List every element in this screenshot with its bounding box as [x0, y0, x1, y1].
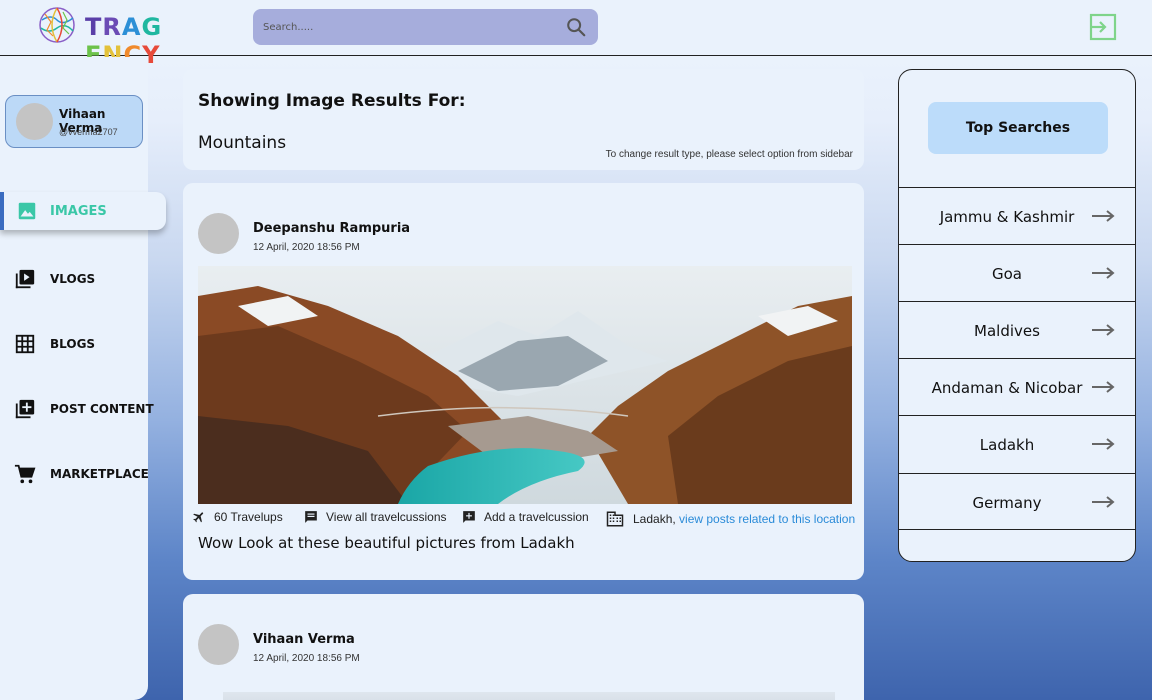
travelups-action[interactable]: 60 Travelups [191, 510, 283, 524]
arrow-right-icon [1092, 267, 1115, 279]
left-sidebar: Vihaan Verma @vverma2707 IMAGES VLOGS BL… [0, 57, 166, 700]
post-card: Deepanshu Rampuria 12 April, 2020 18:56 … [183, 183, 864, 580]
sidebar-item-post-content[interactable]: POST CONTENT [0, 390, 166, 428]
avatar[interactable] [198, 213, 239, 254]
top-search-item[interactable]: Jammu & Kashmir [899, 187, 1135, 245]
arrow-right-icon [1092, 381, 1115, 393]
top-search-label: Goa [992, 265, 1022, 283]
add-travelcussion-link: Add a travelcussion [484, 510, 589, 524]
top-search-item[interactable]: Germany [899, 473, 1135, 530]
top-search-label: Jammu & Kashmir [939, 208, 1075, 226]
top-search-label: Ladakh [979, 436, 1035, 454]
sidebar-item-vlogs[interactable]: VLOGS [0, 260, 166, 298]
profile-card[interactable]: Vihaan Verma @vverma2707 [5, 95, 143, 148]
avatar[interactable] [198, 624, 239, 665]
tragency-logo[interactable]: TRAGENCY [37, 6, 177, 69]
results-query: Mountains [198, 133, 287, 153]
sidebar-item-marketplace[interactable]: MARKETPLACE [0, 455, 166, 493]
post-image-mountains[interactable] [198, 266, 852, 504]
sidebar-item-label: BLOGS [50, 337, 96, 351]
logo-letter: G [141, 13, 163, 41]
results-title: Showing Image Results For: [198, 91, 466, 111]
top-search-item[interactable]: Ladakh [899, 415, 1135, 473]
post-author[interactable]: Deepanshu Rampuria [253, 221, 410, 236]
results-hint: To change result type, please select opt… [605, 149, 853, 160]
top-search-label: Andaman & Nicobar [931, 379, 1083, 397]
arrow-right-icon [1092, 324, 1115, 336]
arrow-right-icon [1092, 210, 1115, 222]
logo-letter: T [85, 13, 103, 41]
add-comment-icon [463, 511, 475, 523]
view-travelcussions-link: View all travelcussions [326, 510, 447, 524]
add-box-icon [15, 399, 35, 419]
sidebar-item-label: VLOGS [50, 272, 96, 286]
results-header-card: Showing Image Results For: Mountains To … [183, 69, 864, 170]
travelups-count: 60 Travelups [214, 510, 283, 524]
sidebar-item-label: MARKETPLACE [50, 467, 149, 481]
top-search-item[interactable]: Goa [899, 244, 1135, 302]
top-search-item[interactable]: Maldives [899, 301, 1135, 359]
arrow-right-icon [1092, 496, 1115, 508]
video-library-icon [15, 269, 35, 289]
profile-handle: @vverma2707 [59, 127, 118, 137]
location-posts-link[interactable]: view posts related to this location [679, 512, 855, 526]
top-search-label: Maldives [974, 322, 1040, 340]
top-searches-button[interactable]: Top Searches [928, 102, 1108, 154]
logo-letter: A [121, 13, 142, 41]
building-icon [606, 511, 624, 527]
top-searches-panel: Top Searches Jammu & Kashmir Goa Maldive… [898, 69, 1136, 562]
post-timestamp: 12 April, 2020 18:56 PM [253, 242, 360, 253]
post-timestamp: 12 April, 2020 18:56 PM [253, 653, 360, 664]
post-card: Vihaan Verma 12 April, 2020 18:56 PM [183, 594, 864, 700]
avatar [16, 103, 53, 140]
top-header: TRAGENCY [0, 0, 1152, 69]
grid-icon [15, 334, 35, 354]
cart-icon [14, 464, 36, 484]
search-icon[interactable] [565, 16, 587, 38]
location-action: Ladakh, view posts related to this locat… [604, 510, 855, 528]
globe-logo-icon [39, 7, 75, 43]
sidebar-item-images[interactable]: IMAGES [0, 192, 166, 230]
top-search-item[interactable]: Andaman & Nicobar [899, 358, 1135, 416]
image-icon [18, 202, 36, 220]
logo-letter: R [102, 13, 122, 41]
add-travelcussion-action[interactable]: Add a travelcussion [461, 510, 589, 524]
logout-icon[interactable] [1088, 12, 1118, 42]
search-bar[interactable] [253, 9, 598, 45]
location-name: Ladakh, [633, 512, 676, 526]
post-author[interactable]: Vihaan Verma [253, 632, 355, 647]
arrow-right-icon [1092, 438, 1115, 450]
sidebar-item-label: POST CONTENT [50, 402, 154, 416]
sidebar-item-label: IMAGES [50, 204, 107, 219]
sidebar-item-blogs[interactable]: BLOGS [0, 325, 166, 363]
top-search-label: Germany [972, 494, 1042, 512]
airplane-icon [193, 512, 204, 523]
post-caption: Wow Look at these beautiful pictures fro… [198, 534, 575, 552]
search-input[interactable] [263, 17, 553, 37]
post-image[interactable] [223, 692, 835, 700]
post-actions-bar: 60 Travelups View all travelcussions Add… [191, 508, 861, 530]
view-travelcussions-action[interactable]: View all travelcussions [303, 510, 447, 524]
comment-icon [305, 511, 317, 523]
